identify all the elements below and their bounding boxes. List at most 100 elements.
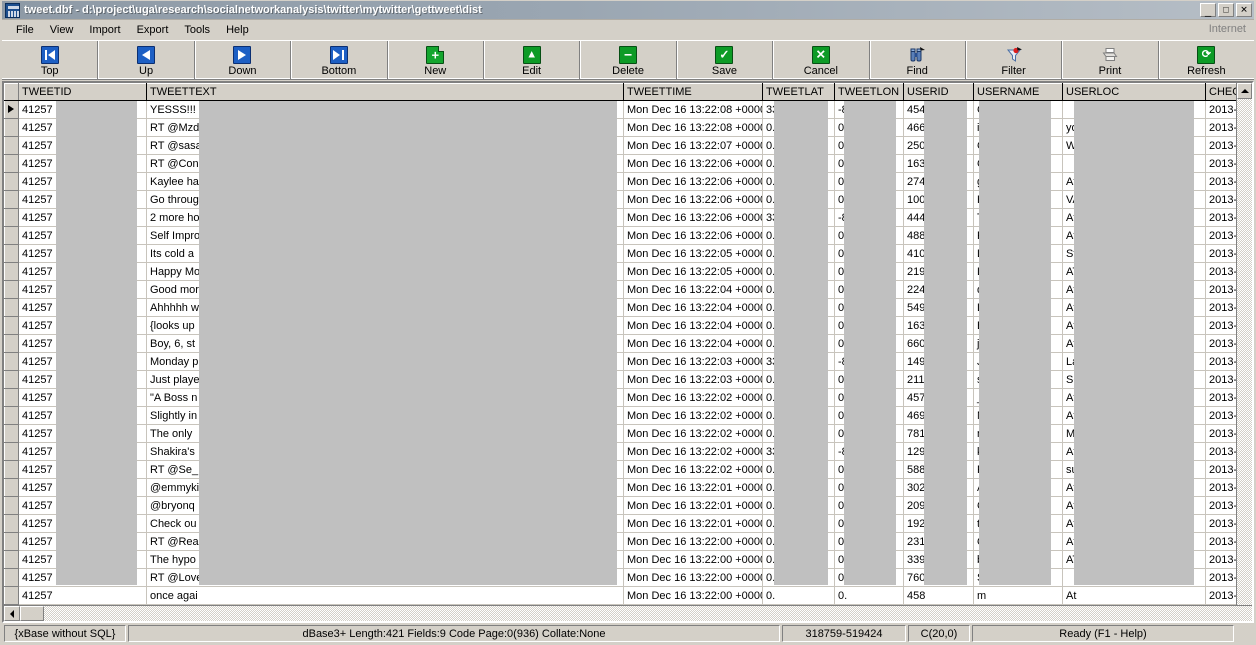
cell-tweetid[interactable]: 41257: [18, 352, 147, 371]
cell-username[interactable]: L: [973, 262, 1063, 281]
menu-item-tools[interactable]: Tools: [176, 22, 218, 38]
cell-tweetlon[interactable]: -8: [834, 352, 904, 371]
cell-tweettime[interactable]: Mon Dec 16 13:22:01 +0000: [623, 478, 763, 497]
table-row[interactable]: 41257 "A Boss n Mon Dec 16 13:22:02 +0000 0…: [4, 388, 1236, 407]
cell-username[interactable]: m: [973, 586, 1063, 605]
cell-tweetlon[interactable]: -8: [834, 442, 904, 461]
cell-tweetid[interactable]: 41257: [18, 280, 147, 299]
cell-username[interactable]: th: [973, 514, 1063, 533]
menu-item-file[interactable]: File: [8, 22, 42, 38]
cell-tweetlat[interactable]: 0.: [762, 478, 835, 497]
cell-userloc[interactable]: At: [1062, 496, 1206, 515]
cell-userid[interactable]: 149: [903, 352, 974, 371]
row-selector-cell[interactable]: [4, 388, 19, 407]
cell-checktime[interactable]: 2013-: [1205, 370, 1236, 389]
scroll-left-button[interactable]: [4, 606, 20, 621]
table-row[interactable]: 41257 Monday p Mon Dec 16 13:22:03 +0000 33…: [4, 352, 1236, 371]
cell-userid[interactable]: 339: [903, 550, 974, 569]
cell-tweetlon[interactable]: 0.: [834, 154, 904, 173]
cell-tweettime[interactable]: Mon Dec 16 13:22:01 +0000: [623, 514, 763, 533]
cell-tweettext[interactable]: Boy, 6, st: [146, 334, 624, 353]
cell-userloc[interactable]: At: [1062, 586, 1206, 605]
cell-tweetid[interactable]: 41257: [18, 226, 147, 245]
cell-userloc[interactable]: Ma: [1062, 424, 1206, 443]
cell-tweetlat[interactable]: 33: [762, 100, 835, 119]
toolbar-button-top[interactable]: Top: [2, 41, 99, 79]
cell-tweetid[interactable]: 41257: [18, 370, 147, 389]
toolbar-button-cancel[interactable]: ✕ Cancel: [773, 41, 870, 79]
cell-tweettime[interactable]: Mon Dec 16 13:22:05 +0000: [623, 244, 763, 263]
cell-tweetlat[interactable]: 33: [762, 208, 835, 227]
cell-tweetlon[interactable]: 0.: [834, 388, 904, 407]
table-row[interactable]: 41257 2 more ho Mon Dec 16 13:22:06 +0000 3…: [4, 208, 1236, 227]
toolbar-button-find[interactable]: Find: [870, 41, 966, 79]
cell-checktime[interactable]: 2013-: [1205, 154, 1236, 173]
row-selector-cell[interactable]: [4, 118, 19, 137]
table-row[interactable]: 41257 Go throug Mon Dec 16 13:22:06 +0000 0…: [4, 190, 1236, 209]
cell-tweetlat[interactable]: 0.: [762, 316, 835, 335]
cell-tweettime[interactable]: Mon Dec 16 13:22:06 +0000: [623, 172, 763, 191]
horizontal-scroll-thumb[interactable]: [20, 606, 44, 621]
cell-tweettime[interactable]: Mon Dec 16 13:22:02 +0000: [623, 442, 763, 461]
cell-tweetid[interactable]: 41257: [18, 388, 147, 407]
cell-userid[interactable]: 211: [903, 370, 974, 389]
cell-tweetid[interactable]: 41257: [18, 172, 147, 191]
cell-tweettime[interactable]: Mon Dec 16 13:22:03 +0000: [623, 370, 763, 389]
cell-tweetid[interactable]: 41257: [18, 334, 147, 353]
cell-tweetlat[interactable]: 0.: [762, 370, 835, 389]
cell-tweetlon[interactable]: 0.: [834, 244, 904, 263]
table-row[interactable]: 41257 RT @Rea Mon Dec 16 13:22:00 +0000 0. 0…: [4, 532, 1236, 551]
cell-username[interactable]: R: [973, 226, 1063, 245]
table-row[interactable]: 41257 Its cold a Mon Dec 16 13:22:05 +0000…: [4, 244, 1236, 263]
cell-tweetlon[interactable]: -8: [834, 100, 904, 119]
cell-tweettime[interactable]: Mon Dec 16 13:22:04 +0000: [623, 316, 763, 335]
cell-username[interactable]: A: [973, 478, 1063, 497]
cell-tweetlat[interactable]: 0.: [762, 514, 835, 533]
cell-tweetlon[interactable]: 0.: [834, 118, 904, 137]
cell-tweetid[interactable]: 41257: [18, 298, 147, 317]
cell-userloc[interactable]: La: [1062, 352, 1206, 371]
row-selector-cell[interactable]: [4, 460, 19, 479]
cell-tweettext[interactable]: RT @Con: [146, 154, 624, 173]
cell-tweettext[interactable]: RT @Love: [146, 568, 624, 587]
cell-userid[interactable]: 410: [903, 244, 974, 263]
cell-username[interactable]: iL: [973, 118, 1063, 137]
cell-userid[interactable]: 588: [903, 460, 974, 479]
column-header-userloc[interactable]: USERLOC: [1062, 83, 1206, 101]
cell-tweettext[interactable]: The only: [146, 424, 624, 443]
column-header-tweetid[interactable]: TWEETID: [18, 83, 147, 101]
cell-tweetid[interactable]: 41257: [18, 442, 147, 461]
column-header-username[interactable]: USERNAME: [973, 83, 1063, 101]
cell-tweettime[interactable]: Mon Dec 16 13:22:02 +0000: [623, 388, 763, 407]
table-row[interactable]: 41257 {looks up Mon Dec 16 13:22:04 +0000 0…: [4, 316, 1236, 335]
cell-tweettime[interactable]: Mon Dec 16 13:22:02 +0000: [623, 406, 763, 425]
row-selector-cell[interactable]: [4, 352, 19, 371]
cell-username[interactable]: L: [973, 244, 1063, 263]
cell-userid[interactable]: 129: [903, 442, 974, 461]
cell-userid[interactable]: 457: [903, 388, 974, 407]
cell-tweetlon[interactable]: 0.: [834, 424, 904, 443]
cell-tweettext[interactable]: Monday p: [146, 352, 624, 371]
table-row[interactable]: 41257 RT @Se_ Mon Dec 16 13:22:02 +0000 0. 0…: [4, 460, 1236, 479]
cell-checktime[interactable]: 2013-: [1205, 496, 1236, 515]
cell-tweetlon[interactable]: 0.: [834, 298, 904, 317]
cell-tweettime[interactable]: Mon Dec 16 13:22:06 +0000: [623, 190, 763, 209]
cell-checktime[interactable]: 2013-: [1205, 100, 1236, 119]
cell-tweetlat[interactable]: 0.: [762, 118, 835, 137]
cell-checktime[interactable]: 2013-: [1205, 514, 1236, 533]
row-selector-cell[interactable]: [4, 154, 19, 173]
cell-tweettext[interactable]: Happy Mo: [146, 262, 624, 281]
cell-checktime[interactable]: 2013-: [1205, 298, 1236, 317]
cell-username[interactable]: P: [973, 460, 1063, 479]
cell-tweettime[interactable]: Mon Dec 16 13:22:00 +0000: [623, 532, 763, 551]
cell-userloc[interactable]: SC: [1062, 370, 1206, 389]
cell-tweettime[interactable]: Mon Dec 16 13:22:05 +0000: [623, 262, 763, 281]
table-row[interactable]: 41257 Happy Mo Mon Dec 16 13:22:05 +0000 0.…: [4, 262, 1236, 281]
toolbar-button-delete[interactable]: − Delete: [580, 41, 677, 79]
cell-tweetlon[interactable]: 0.: [834, 550, 904, 569]
cell-checktime[interactable]: 2013-: [1205, 406, 1236, 425]
cell-userloc[interactable]: yo: [1062, 118, 1206, 137]
cell-tweettime[interactable]: Mon Dec 16 13:22:08 +0000: [623, 100, 763, 119]
cell-userid[interactable]: 163: [903, 154, 974, 173]
cell-tweetlat[interactable]: 0.: [762, 172, 835, 191]
